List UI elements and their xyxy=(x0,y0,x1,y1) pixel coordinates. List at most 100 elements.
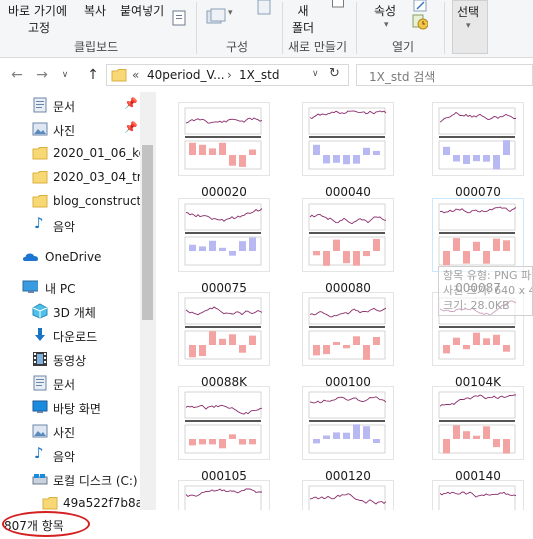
file-tile[interactable]: 000080 xyxy=(302,198,394,298)
breadcrumb-chevron-icon[interactable]: › xyxy=(227,68,232,82)
back-arrow-icon[interactable]: ← xyxy=(8,66,26,84)
file-tile[interactable]: 000140 xyxy=(432,386,524,486)
organize-group-label: 구성 xyxy=(226,40,249,54)
nav-item-documents[interactable]: 문서 📌 xyxy=(0,94,140,116)
properties-dropdown[interactable]: ▾ xyxy=(384,20,389,30)
file-thumbnail[interactable] xyxy=(302,198,394,272)
history-icon[interactable] xyxy=(412,14,428,30)
breadcrumb-segment[interactable]: 1X_std xyxy=(239,68,279,82)
nav-item-folder[interactable]: 2020_01_06_kos xyxy=(0,142,140,164)
folder-icon xyxy=(32,147,48,160)
properties-button[interactable]: 속성 xyxy=(374,2,396,19)
nav-item-this-pc[interactable]: 내 PC xyxy=(0,276,140,298)
file-thumbnail[interactable] xyxy=(302,292,394,366)
move-to-dropdown[interactable]: ▾ xyxy=(228,8,233,18)
file-tile[interactable]: 000075 xyxy=(178,198,270,298)
file-name[interactable]: 000020 xyxy=(178,185,270,199)
nav-item-3d-objects[interactable]: 3D 개체 xyxy=(0,300,140,322)
move-to-icon[interactable] xyxy=(206,8,226,24)
nav-item-documents[interactable]: 문서 xyxy=(0,372,140,394)
nav-label: 다운로드 xyxy=(53,330,98,344)
ribbon-separator xyxy=(196,2,197,54)
nav-item-desktop[interactable]: 바탕 화면 xyxy=(0,396,140,418)
chart-thumbnail-icon xyxy=(184,203,263,266)
navigation-pane: 문서 📌 사진 📌 2020_01_06_kos 2020_03_04_tria… xyxy=(0,92,156,510)
file-thumbnail[interactable] xyxy=(302,480,394,510)
file-thumbnail[interactable] xyxy=(178,292,270,366)
file-thumbnail[interactable] xyxy=(432,102,524,176)
nav-label: 2020_03_04_tria xyxy=(53,170,140,184)
select-button[interactable]: 선택 ▾ xyxy=(452,0,488,54)
address-box[interactable]: « 40period_V... › 1X_std ∨ ↻ xyxy=(106,64,349,86)
nav-item-pictures[interactable]: 사진 📌 xyxy=(0,118,140,140)
nav-item-folder[interactable]: blog_constructio xyxy=(0,190,140,212)
file-thumbnail[interactable] xyxy=(178,102,270,176)
refresh-icon[interactable]: ↻ xyxy=(329,66,340,81)
chart-thumbnail-icon xyxy=(438,203,517,266)
chart-thumbnail-icon xyxy=(184,485,263,510)
nav-item-music[interactable]: ♪ 음악 xyxy=(0,214,140,236)
pin-icon[interactable]: 📌 xyxy=(124,121,138,134)
recent-locations-icon[interactable]: ∨ xyxy=(56,66,74,84)
select-label: 선택 xyxy=(457,5,480,19)
music-icon: ♪ xyxy=(34,214,44,232)
new-item-checkbox-icon[interactable] xyxy=(332,0,344,8)
file-tile[interactable] xyxy=(432,480,524,510)
nav-item-onedrive[interactable]: OneDrive xyxy=(0,246,140,268)
new-folder-button[interactable]: 새 폴더 xyxy=(292,2,314,36)
file-thumbnail[interactable] xyxy=(178,480,270,510)
paste-button[interactable]: 붙여넣기 xyxy=(120,2,164,19)
forward-arrow-icon[interactable]: → xyxy=(33,66,51,84)
edit-icon[interactable] xyxy=(412,0,428,12)
nav-item-videos[interactable]: 동영상 xyxy=(0,348,140,370)
delete-icon[interactable] xyxy=(256,0,272,16)
document-icon xyxy=(33,375,47,391)
nav-label: 3D 개체 xyxy=(53,306,96,320)
nav-scrollbar-thumb[interactable] xyxy=(142,145,153,320)
pin-icon[interactable]: 📌 xyxy=(124,97,138,110)
file-thumbnail[interactable] xyxy=(178,386,270,460)
nav-item-folder[interactable]: 49a522f7b8aa xyxy=(0,492,140,510)
file-thumbnail[interactable] xyxy=(432,386,524,460)
nav-label: 내 PC xyxy=(45,282,76,296)
nav-item-music[interactable]: ♪ 음악 xyxy=(0,444,140,466)
breadcrumb-overflow[interactable]: « xyxy=(132,68,139,82)
file-name[interactable]: 000070 xyxy=(432,185,524,199)
chart-thumbnail-icon xyxy=(438,485,517,510)
file-thumbnail[interactable] xyxy=(432,480,524,510)
ribbon: 바로 가기에 고정 복사 붙여넣기 클립보드 ▾ 구성 새 폴더 새로 만들기 … xyxy=(0,0,533,58)
new-folder-label-line2: 폴더 xyxy=(292,21,315,35)
file-tile[interactable]: 000070 xyxy=(432,102,524,202)
file-name[interactable]: 000040 xyxy=(302,185,394,199)
file-thumbnail[interactable] xyxy=(432,198,524,272)
nav-item-pictures[interactable]: 사진 xyxy=(0,420,140,442)
file-tile[interactable]: 000105 xyxy=(178,386,270,486)
file-thumbnail[interactable] xyxy=(178,198,270,272)
pin-label-line1: 바로 가기에 xyxy=(8,4,68,18)
file-thumbnail[interactable] xyxy=(302,102,394,176)
copy-button[interactable]: 복사 xyxy=(84,2,106,19)
address-dropdown-icon[interactable]: ∨ xyxy=(312,69,319,79)
document-icon xyxy=(33,97,47,113)
nav-item-downloads[interactable]: 다운로드 xyxy=(0,324,140,346)
nav-label: 문서 xyxy=(53,378,76,392)
file-tile[interactable]: 00088K xyxy=(178,292,270,392)
chart-thumbnail-icon xyxy=(308,485,387,510)
file-tile[interactable]: 000120 xyxy=(302,386,394,486)
tooltip-type: 항목 유형: PNG 파일 xyxy=(443,269,533,282)
chart-thumbnail-icon xyxy=(308,297,387,360)
file-thumbnail[interactable] xyxy=(302,386,394,460)
file-tile[interactable] xyxy=(302,480,394,510)
nav-item-local-disk[interactable]: 로컬 디스크 (C:) xyxy=(0,468,140,490)
file-tile[interactable]: 000100 xyxy=(302,292,394,392)
file-tile[interactable]: 000020 xyxy=(178,102,270,202)
paste-shortcut-icon[interactable] xyxy=(172,10,186,26)
nav-item-folder[interactable]: 2020_03_04_tria xyxy=(0,166,140,188)
nav-label: 사진 xyxy=(53,124,76,138)
up-arrow-icon[interactable]: ↑ xyxy=(84,66,102,84)
file-tile[interactable]: 000040 xyxy=(302,102,394,202)
search-input[interactable]: 1X_std 검색 xyxy=(356,64,533,86)
file-tile[interactable] xyxy=(178,480,270,510)
breadcrumb-segment[interactable]: 40period_V... xyxy=(147,68,225,82)
pin-to-quick-access-button[interactable]: 바로 가기에 고정 xyxy=(8,2,67,36)
